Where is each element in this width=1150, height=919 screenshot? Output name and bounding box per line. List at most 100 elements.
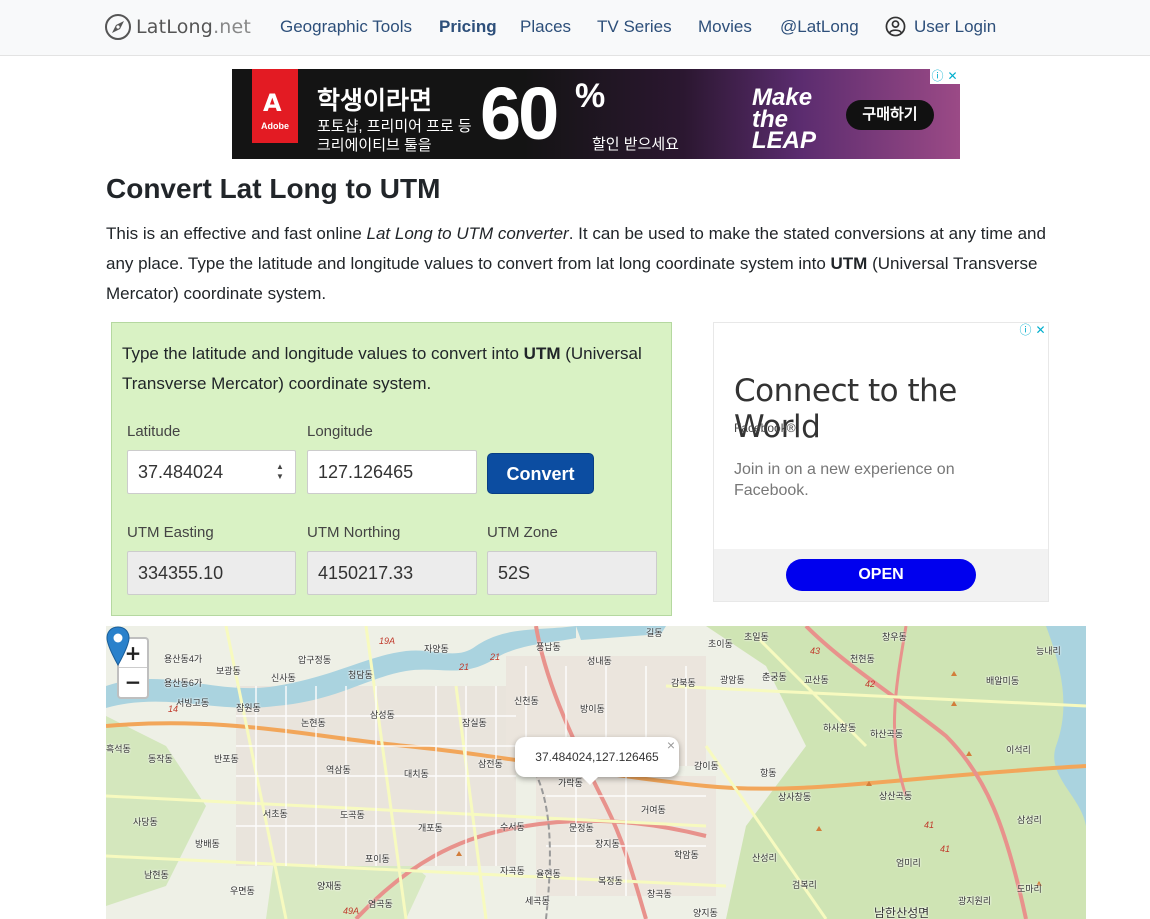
map-label: 삼성동: [370, 710, 395, 720]
nav-pricing[interactable]: Pricing: [439, 17, 497, 37]
latitude-input[interactable]: 37.484024 ▲ ▼: [127, 450, 296, 494]
map-label: 자곡동: [500, 866, 525, 876]
map-label: 양지동: [693, 908, 718, 918]
map-label: 남현동: [144, 870, 169, 880]
map-label: 학암동: [674, 850, 699, 860]
route-number: 14: [168, 704, 179, 714]
map-label: 용산동6가: [164, 678, 203, 688]
map-label: 방배동: [195, 839, 220, 849]
map-label: 교산동: [804, 675, 829, 685]
page-title: Convert Lat Long to UTM: [106, 173, 441, 204]
side-ad[interactable]: ⓘ ✕ Connect to the World Facebook® Join …: [713, 322, 1049, 602]
map-label: 삼성리: [1017, 815, 1042, 825]
side-ad-open-button[interactable]: OPEN: [786, 559, 976, 591]
map-label: 거여동: [641, 805, 666, 815]
map-label: 신사동: [271, 673, 296, 683]
map-label: 창우동: [882, 632, 907, 642]
map-label: 압구정동: [298, 655, 332, 665]
ad-line-2: 크리에이티브 툴을: [317, 137, 432, 154]
banner-ad[interactable]: A Adobe 학생이라면 포토샵, 프리미어 프로 등 크리에이티브 툴을 6…: [232, 69, 960, 159]
map-label: 감이동: [694, 761, 719, 771]
map-label: 포이동: [365, 854, 390, 864]
map-label: 광지원리: [958, 896, 992, 906]
map-label: 서초동: [263, 809, 288, 819]
map-label: 보광동: [216, 666, 241, 676]
nav-movies[interactable]: Movies: [698, 17, 752, 37]
map-view[interactable]: 용산동4가 보광동 용산동6가 서빙고동 압구정동 신사동 청담동 자양동 풍납…: [106, 626, 1086, 919]
map-label: 잠실동: [462, 718, 487, 728]
map-label: 하산곡동: [870, 729, 904, 739]
nav-geographic-tools[interactable]: Geographic Tools: [280, 17, 412, 37]
map-label: 검복리: [792, 880, 817, 890]
intro-paragraph: This is an effective and fast online Lat…: [106, 224, 1046, 303]
map-label: 길동: [646, 628, 663, 638]
map-label: 문정동: [569, 823, 594, 833]
route-number: 49A: [343, 906, 360, 916]
close-icon[interactable]: ✕: [1033, 323, 1048, 338]
ad-sale-text: 할인 받으세요: [592, 136, 679, 153]
convert-button[interactable]: Convert: [487, 453, 594, 494]
map-label: 풍납동: [536, 642, 561, 652]
side-ad-brand: Facebook®: [734, 421, 796, 435]
map-label: 상산곡동: [879, 791, 913, 801]
route-number: 41: [924, 820, 935, 830]
panel-intro: Type the latitude and longitude values t…: [122, 344, 642, 393]
ad-percent: %: [575, 77, 606, 115]
map-label: 엄미리: [896, 858, 921, 868]
map-label: 율현동: [536, 869, 561, 879]
adchoices-icon[interactable]: ⓘ: [1018, 323, 1033, 338]
converter-panel: Type the latitude and longitude values t…: [111, 322, 672, 616]
side-ad-body: Join in on a new experience on Facebook.: [734, 461, 955, 499]
map-label: 도마리: [1017, 884, 1042, 894]
route-number: 42: [865, 679, 876, 689]
route-number: 21: [459, 662, 470, 672]
side-ad-controls: ⓘ ✕: [1018, 323, 1048, 338]
route-number: 43: [810, 646, 821, 656]
popup-tip: [580, 775, 600, 785]
nav-user-login[interactable]: User Login: [914, 17, 996, 37]
map-label: 대치동: [404, 769, 429, 779]
map-label: 신천동: [514, 696, 539, 706]
zone-output[interactable]: 52S: [487, 551, 657, 595]
user-icon[interactable]: [885, 16, 906, 37]
map-label: 수서동: [500, 822, 525, 832]
map-label: 남한산성면: [874, 906, 930, 919]
northing-label: UTM Northing: [307, 524, 401, 541]
popup-close-icon[interactable]: ×: [667, 725, 675, 765]
map-label: 방이동: [580, 704, 605, 714]
adchoices-icon[interactable]: ⓘ: [930, 69, 945, 84]
nav-twitter[interactable]: @LatLong: [780, 17, 859, 37]
nav-tv-series[interactable]: TV Series: [597, 17, 672, 37]
map-label: 양재동: [317, 881, 342, 891]
route-number: 19A: [379, 636, 396, 646]
map-marker-icon[interactable]: [106, 626, 130, 666]
map-label: 하사창동: [823, 723, 857, 733]
map-label: 개포동: [418, 823, 443, 833]
zoom-out-button[interactable]: −: [119, 668, 147, 697]
ad-buy-button[interactable]: 구매하기: [846, 100, 934, 130]
map-label: 자양동: [424, 644, 449, 654]
easting-output[interactable]: 334355.10: [127, 551, 296, 595]
brand-logo[interactable]: LatLong.net: [104, 11, 251, 43]
ad-make-the-leap: Make the LEAP: [752, 84, 817, 155]
side-ad-footer: OPEN: [714, 549, 1048, 601]
longitude-input[interactable]: 127.126465: [307, 450, 477, 494]
ad-line-1: 포토샵, 프리미어 프로 등: [317, 118, 472, 135]
compass-icon: [105, 14, 131, 40]
longitude-label: Longitude: [307, 423, 373, 440]
map-label: 삼전동: [478, 759, 503, 769]
map-label: 초이동: [708, 639, 733, 649]
location-popup: 37.484024,127.126465 ×: [515, 737, 679, 777]
brand-name: LatLong.net: [136, 16, 252, 38]
nav-places[interactable]: Places: [520, 17, 571, 37]
northing-output[interactable]: 4150217.33: [307, 551, 477, 595]
map-label: 세곡동: [525, 896, 550, 906]
close-icon[interactable]: ✕: [945, 69, 960, 84]
map-label: 용산동4가: [164, 654, 203, 664]
easting-label: UTM Easting: [127, 524, 214, 541]
map-label: 천현동: [850, 654, 875, 664]
map-label: 산성리: [752, 853, 777, 863]
map-label: 도곡동: [340, 810, 365, 820]
top-navbar: LatLong.net Geographic Tools Pricing Pla…: [0, 0, 1150, 56]
number-spinner-icon[interactable]: ▲ ▼: [275, 462, 285, 484]
